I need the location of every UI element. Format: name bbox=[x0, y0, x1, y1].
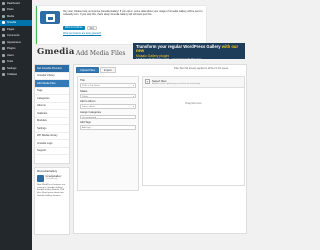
allow-continue-button[interactable]: Allow & Continue bbox=[63, 26, 85, 30]
queue-note: Filter files that already applied to all… bbox=[174, 68, 229, 70]
menu-icon bbox=[2, 73, 5, 77]
wp-menu-label: Gmedia bbox=[7, 21, 17, 25]
gmedia-menu-item[interactable]: Categories bbox=[35, 95, 69, 103]
permissions-link[interactable]: What permissions are being granted? bbox=[63, 33, 101, 35]
wp-menu-label: Settings bbox=[7, 66, 17, 70]
twitter-hashtag[interactable]: #GmediaGallery bbox=[37, 169, 67, 173]
gmedia-menu-item[interactable]: WP Media Library bbox=[35, 133, 69, 140]
gmedia-menu: Get Gmedia Premium Gmedia Library Add Medi… bbox=[34, 64, 70, 164]
file-dropzone[interactable]: + Select files Add files to the upload q… bbox=[142, 76, 245, 186]
title-select[interactable]: EXIF or File Name bbox=[80, 83, 136, 88]
album-select[interactable]: Select album bbox=[80, 104, 136, 109]
wp-menu-label: Posts bbox=[7, 8, 14, 12]
wp-menu-item[interactable]: Collapse bbox=[0, 72, 32, 79]
menu-icon bbox=[2, 53, 5, 57]
skip-button[interactable]: Skip bbox=[86, 26, 97, 30]
page-subtitle: Add Media Files bbox=[76, 50, 126, 57]
wp-menu-label: Collapse bbox=[7, 73, 18, 77]
status-select[interactable]: Public bbox=[80, 93, 136, 98]
wp-menu-label: Appearance bbox=[7, 40, 21, 44]
gmedia-menu-item[interactable]: Tags bbox=[35, 88, 69, 95]
gmedia-menu-item[interactable]: Settings bbox=[35, 125, 69, 133]
menu-icon bbox=[2, 40, 5, 44]
menu-icon bbox=[2, 47, 5, 51]
gmedia-menu-item[interactable]: Modules bbox=[35, 118, 69, 125]
gmedia-menu-item[interactable]: Galleries bbox=[35, 110, 69, 118]
menu-icon bbox=[2, 60, 5, 64]
page-title: Gmedia bbox=[37, 47, 75, 57]
optin-notice: Hey user, Please help us improve Gmedia … bbox=[36, 6, 206, 44]
add-files-icon[interactable]: + bbox=[145, 78, 150, 84]
menu-icon bbox=[2, 1, 5, 5]
menu-icon bbox=[2, 66, 5, 70]
wp-menu-label: Tools bbox=[7, 60, 14, 64]
wp-menu-label: Pages bbox=[7, 27, 15, 31]
menu-icon bbox=[2, 27, 5, 31]
dropzone-title: Select files bbox=[152, 78, 167, 83]
upload-settings: Title EXIF or File Name Status Public Ad… bbox=[77, 76, 139, 191]
wp-menu-label: Plugins bbox=[7, 47, 16, 51]
menu-icon bbox=[2, 21, 5, 25]
drop-files-text: Drag files here bbox=[185, 102, 202, 105]
promo-banner[interactable]: Transform your regular WordPress Gallery… bbox=[133, 43, 245, 62]
wp-admin-menu: Dashboard Posts Media Gmedia Pages Comments Ap… bbox=[0, 0, 32, 250]
promo-line1: Transform your regular WordPress Gallery bbox=[136, 43, 222, 49]
title-label: Title bbox=[80, 79, 85, 82]
wp-menu-label: Users bbox=[7, 53, 14, 57]
album-label: Add to Album bbox=[80, 100, 96, 103]
promo-line3: * Full Gmedia Premium pack - get it for … bbox=[136, 58, 202, 62]
wp-menu-label: Media bbox=[7, 14, 15, 18]
gmedia-menu-item[interactable]: Get Gmedia Premium bbox=[35, 65, 69, 73]
gmedia-menu-item[interactable]: Support bbox=[35, 148, 69, 155]
tab-upload-files[interactable]: Upload Files bbox=[76, 67, 99, 73]
gmedia-menu-item[interactable]: Gmedia Library bbox=[35, 73, 69, 80]
status-label: Status bbox=[80, 89, 88, 93]
gmedia-menu-item[interactable]: Albums bbox=[35, 103, 69, 110]
dropzone-subtitle: Add files to the upload queue and click … bbox=[152, 83, 201, 85]
wp-menu-label: Comments bbox=[7, 34, 20, 38]
notice-text: Hey user, Please help us improve Gmedia … bbox=[63, 10, 203, 17]
category-label: Assign Categories bbox=[80, 110, 102, 114]
category-input[interactable]: Uncategorized bbox=[80, 114, 136, 119]
menu-icon bbox=[2, 8, 5, 12]
twitter-handle[interactable]: @CodEasily bbox=[46, 178, 62, 180]
twitter-widget: #GmediaGallery GmediaGallery @CodEasily … bbox=[34, 167, 70, 235]
gmedia-logo bbox=[40, 11, 60, 24]
twitter-avatar bbox=[37, 175, 44, 183]
menu-icon bbox=[2, 34, 5, 38]
gmedia-menu-item[interactable]: Add Media Files bbox=[35, 80, 69, 88]
wp-menu-label: Dashboard bbox=[7, 1, 20, 5]
tags-input[interactable]: Add tags... bbox=[80, 125, 136, 130]
upload-panel: Upload Files Import Filter files that al… bbox=[73, 64, 247, 234]
tab-import[interactable]: Import bbox=[99, 67, 116, 73]
gmedia-menu-item[interactable]: Gmedia Logs bbox=[35, 140, 69, 148]
tweet-text: New WordPress features are coming to Gme… bbox=[37, 183, 66, 197]
menu-icon bbox=[2, 14, 5, 18]
tags-label: Add Tags bbox=[80, 121, 91, 124]
